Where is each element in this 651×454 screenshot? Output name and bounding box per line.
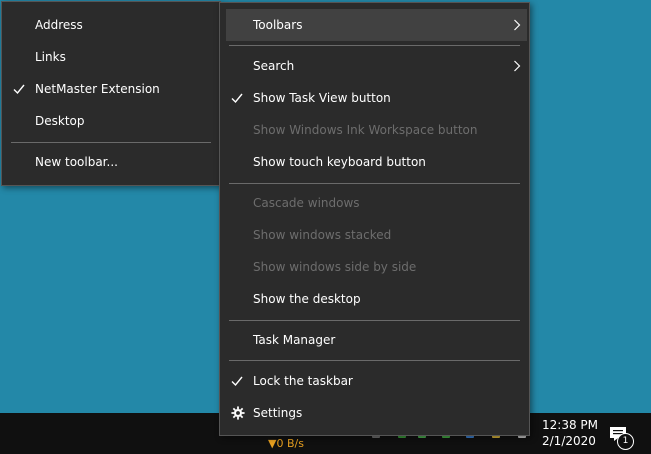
menu-item-show-task-view[interactable]: Show Task View button	[220, 82, 529, 114]
notification-count-badge: 1	[617, 433, 634, 450]
checkmark-icon	[231, 93, 243, 104]
network-speed-readout: ▼0 B/s	[268, 437, 304, 450]
gear-icon	[231, 406, 245, 420]
menu-item-label: Show the desktop	[253, 292, 361, 306]
menu-item-label: Task Manager	[253, 333, 336, 347]
submenu-item-label: NetMaster Extension	[35, 82, 160, 96]
menu-item-cascade-windows[interactable]: Cascade windows	[220, 187, 529, 219]
submenu-item-links[interactable]: Links	[2, 41, 220, 73]
menu-separator	[229, 45, 520, 46]
checkmark-icon	[13, 84, 25, 95]
menu-separator	[229, 360, 520, 361]
menu-separator	[229, 320, 520, 321]
menu-item-label: Show Task View button	[253, 91, 391, 105]
menu-item-label: Lock the taskbar	[253, 374, 353, 388]
menu-item-label: Show windows side by side	[253, 260, 417, 274]
submenu-item-label: Address	[35, 18, 83, 32]
submenu-item-label: New toolbar...	[35, 155, 118, 169]
taskbar-context-menu: Toolbars Search Show Task View button Sh…	[219, 2, 530, 436]
menu-item-label: Show windows stacked	[253, 228, 392, 242]
menu-item-task-manager[interactable]: Task Manager	[220, 324, 529, 356]
menu-separator	[11, 142, 211, 143]
menu-item-label: Show touch keyboard button	[253, 155, 426, 169]
menu-item-label: Search	[253, 59, 295, 73]
menu-item-show-ink-workspace[interactable]: Show Windows Ink Workspace button	[220, 114, 529, 146]
toolbars-submenu: Address Links NetMaster Extension Deskto…	[1, 1, 221, 186]
submenu-item-label: Links	[35, 50, 66, 64]
action-center-button[interactable]: 1	[607, 423, 634, 450]
menu-item-show-desktop[interactable]: Show the desktop	[220, 283, 529, 315]
menu-item-toolbars[interactable]: Toolbars	[226, 9, 527, 41]
clock-time[interactable]: 12:38 PM	[542, 418, 598, 432]
menu-item-settings[interactable]: Settings	[220, 397, 529, 429]
menu-item-show-touch-keyboard[interactable]: Show touch keyboard button	[220, 146, 529, 178]
submenu-item-desktop[interactable]: Desktop	[2, 105, 220, 137]
submenu-item-netmaster-extension[interactable]: NetMaster Extension	[2, 73, 220, 105]
menu-separator	[229, 183, 520, 184]
menu-item-search[interactable]: Search	[220, 50, 529, 82]
chevron-right-icon	[514, 19, 521, 31]
menu-item-windows-side-by-side[interactable]: Show windows side by side	[220, 251, 529, 283]
menu-item-label: Show Windows Ink Workspace button	[253, 123, 478, 137]
chevron-right-icon	[514, 60, 521, 72]
menu-item-lock-taskbar[interactable]: Lock the taskbar	[220, 365, 529, 397]
menu-item-label: Toolbars	[253, 18, 303, 32]
checkmark-icon	[231, 376, 243, 387]
submenu-item-address[interactable]: Address	[2, 9, 220, 41]
menu-item-windows-stacked[interactable]: Show windows stacked	[220, 219, 529, 251]
submenu-item-new-toolbar[interactable]: New toolbar...	[2, 146, 220, 178]
clock-date[interactable]: 2/1/2020	[542, 434, 596, 448]
menu-item-label: Settings	[253, 406, 303, 420]
menu-item-label: Cascade windows	[253, 196, 360, 210]
submenu-item-label: Desktop	[35, 114, 85, 128]
